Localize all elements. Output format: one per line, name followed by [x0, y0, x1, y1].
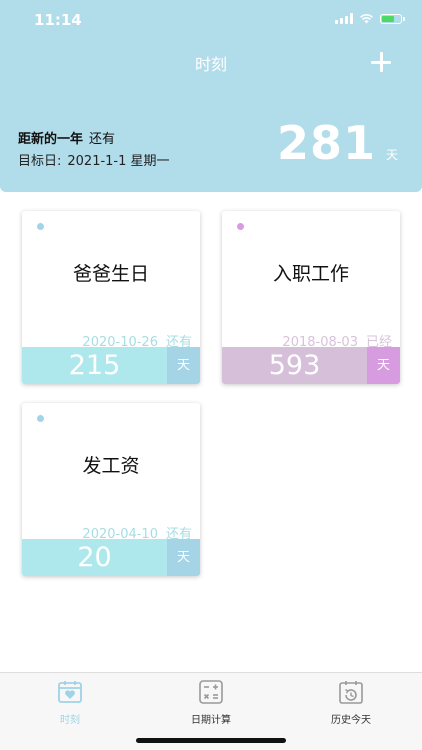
target-date-line: 目标日: 2021-1-1 星期一 [18, 150, 170, 169]
page-title: 时刻 [194, 55, 227, 74]
card-unit: 天 [367, 347, 400, 384]
calendar-history-icon [339, 681, 363, 704]
card-unit: 天 [167, 539, 200, 576]
signal-icon [335, 13, 353, 24]
target-description: 距新的一年 还有 [18, 128, 115, 147]
tab-moments[interactable]: 时刻 [20, 679, 120, 726]
target-suffix: 还有 [89, 132, 116, 147]
tab-date-calc[interactable]: 日期计算 [161, 679, 261, 726]
home-indicator [136, 738, 286, 743]
tab-label: 历史今天 [331, 715, 371, 726]
card-dot-icon [237, 223, 244, 230]
card-count: 215 [68, 350, 121, 381]
status-time: 11:14 [34, 11, 82, 29]
tab-label: 日期计算 [191, 715, 231, 726]
target-date-label: 目标日: [18, 154, 62, 169]
wifi-icon [360, 14, 373, 24]
event-card[interactable]: 入职工作 2018-08-03 已经 593 天 [222, 211, 400, 384]
card-unit: 天 [167, 347, 200, 384]
card-dot-icon [37, 223, 44, 230]
add-event-button[interactable] [370, 51, 392, 73]
tab-history-today[interactable]: 历史今天 [301, 679, 401, 726]
days-remaining-count: 281 [276, 116, 376, 170]
header-banner: 11:14 时刻 距新的一年 还有 目标日: 2021-1-1 星期一 281 天 [0, 0, 422, 192]
card-count: 593 [268, 350, 321, 381]
card-name: 发工资 [82, 455, 140, 477]
target-date: 2021-1-1 星期一 [67, 154, 170, 169]
event-card[interactable]: 爸爸生日 2020-10-26 还有 215 天 [22, 211, 200, 384]
status-icons [335, 13, 405, 24]
card-count: 20 [77, 542, 112, 573]
event-card[interactable]: 发工资 2020-04-10 还有 20 天 [22, 403, 200, 576]
card-name: 入职工作 [272, 263, 349, 285]
tab-label: 时刻 [60, 715, 80, 726]
calculator-icon [199, 680, 223, 704]
target-label: 距新的一年 [18, 132, 84, 147]
days-unit: 天 [385, 148, 398, 162]
battery-icon [380, 13, 405, 24]
card-name: 爸爸生日 [72, 263, 149, 285]
calendar-heart-icon [58, 681, 82, 703]
card-dot-icon [37, 415, 44, 422]
